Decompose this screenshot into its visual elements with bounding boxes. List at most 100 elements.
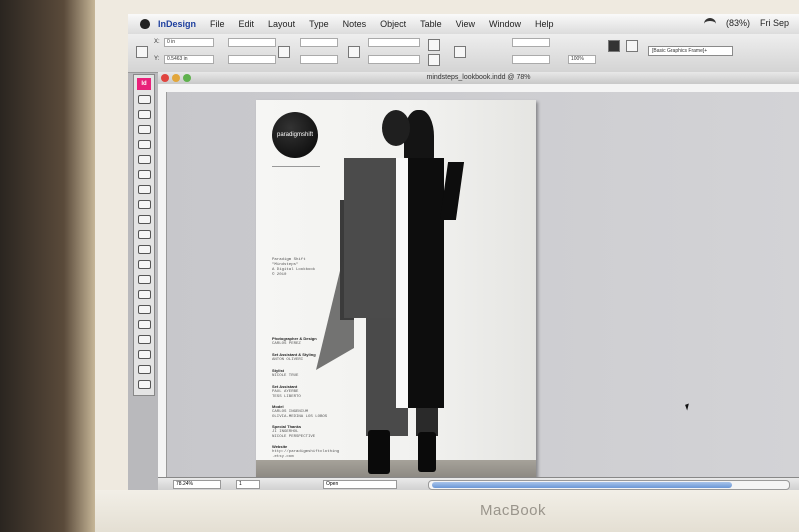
screen: InDesign File Edit Layout Type Notes Obj…: [128, 14, 799, 490]
document-title: mindsteps_lookbook.indd @ 78%: [426, 74, 531, 81]
menu-layout[interactable]: Layout: [268, 19, 295, 29]
menu-edit[interactable]: Edit: [239, 19, 255, 29]
credit-body[interactable]: ANTON OLIVERI: [272, 358, 303, 363]
apple-icon[interactable]: [140, 19, 150, 29]
model-boot: [418, 432, 436, 472]
pencil-tool-icon[interactable]: [137, 155, 151, 164]
zoom-tool-icon[interactable]: [137, 320, 151, 329]
menu-clock[interactable]: Fri Sep: [760, 18, 789, 30]
gradient-tool-icon[interactable]: [137, 260, 151, 269]
stroke-type-field[interactable]: [512, 55, 550, 64]
laptop-chin: [95, 490, 799, 532]
object-style-dropdown[interactable]: [Basic Graphics Frame]+: [648, 46, 733, 56]
opacity-field[interactable]: 100%: [568, 55, 596, 64]
credit-heading[interactable]: Set Assistant: [272, 384, 297, 389]
garment-white-stripe: [396, 158, 408, 408]
wifi-icon[interactable]: [703, 18, 716, 30]
transform-icon[interactable]: [348, 46, 360, 58]
rectangle-tool-icon[interactable]: [137, 200, 151, 209]
paragraph-icon[interactable]: [454, 46, 466, 58]
menu-table[interactable]: Table: [420, 19, 442, 29]
height-field[interactable]: [228, 55, 276, 64]
fill-stroke-icon[interactable]: [137, 335, 151, 344]
menu-help[interactable]: Help: [535, 19, 554, 29]
eyedropper-tool-icon[interactable]: [137, 290, 151, 299]
credit-body[interactable]: NICOLE TRUE: [272, 374, 298, 379]
horizontal-scrollbar[interactable]: [428, 480, 790, 490]
selection-tool-icon[interactable]: [137, 95, 151, 104]
battery-status[interactable]: (83%): [726, 18, 750, 30]
menu-object[interactable]: Object: [380, 19, 406, 29]
button-tool-icon[interactable]: [137, 215, 151, 224]
credit-heading[interactable]: Model: [272, 404, 284, 409]
swap-colors-icon[interactable]: [137, 350, 151, 359]
type-tool-icon[interactable]: [137, 140, 151, 149]
hand-tool-icon[interactable]: [137, 305, 151, 314]
credit-body[interactable]: PAUL AYERBE TESS LIBERTO: [272, 390, 301, 400]
y-label: Y:: [154, 56, 160, 62]
note-tool-icon[interactable]: [137, 275, 151, 284]
document-status[interactable]: Open: [323, 480, 397, 489]
shear-field[interactable]: [368, 55, 420, 64]
document-title-bar[interactable]: mindsteps_lookbook.indd @ 78%: [158, 72, 799, 84]
zoom-level-field[interactable]: 78.24%: [173, 480, 221, 489]
menu-notes[interactable]: Notes: [343, 19, 367, 29]
menu-extras: (83%) Fri Sep: [703, 18, 789, 30]
rotate-field[interactable]: [368, 38, 420, 47]
credit-body[interactable]: CARLOS PEREZ: [272, 342, 301, 347]
credit-heading[interactable]: Stylist: [272, 368, 284, 373]
model-head: [382, 110, 410, 146]
scrollbar-thumb[interactable]: [432, 482, 732, 488]
formatting-affects-icon[interactable]: [137, 365, 151, 374]
stroke-swatch-icon[interactable]: [626, 40, 638, 52]
tools-panel: Id: [133, 74, 155, 396]
intro-text[interactable]: Paradigm Shift "Mindsteps" A Digital Loo…: [272, 258, 315, 278]
pen-tool-icon[interactable]: [137, 125, 151, 134]
logo-divider: [272, 166, 320, 167]
direct-selection-tool-icon[interactable]: [137, 110, 151, 119]
width-field[interactable]: [228, 38, 276, 47]
x-field[interactable]: 0 in: [164, 38, 214, 47]
menu-view[interactable]: View: [456, 19, 475, 29]
minimize-window-icon[interactable]: [172, 74, 180, 82]
reference-point-icon[interactable]: [136, 46, 148, 58]
garment-grey-panel: [344, 158, 396, 318]
credit-heading[interactable]: Special Thanks: [272, 424, 301, 429]
device-brand: MacBook: [480, 502, 547, 519]
page-number-field[interactable]: 1: [236, 480, 260, 489]
menu-type[interactable]: Type: [309, 19, 329, 29]
flip-icon[interactable]: [428, 54, 440, 66]
scale-x-field[interactable]: [300, 38, 338, 47]
credit-heading[interactable]: Photographer & Design: [272, 336, 317, 341]
free-transform-tool-icon[interactable]: [137, 245, 151, 254]
stroke-weight-field[interactable]: [512, 38, 550, 47]
status-bar: 78.24% 1 Open: [158, 477, 799, 490]
menu-window[interactable]: Window: [489, 19, 521, 29]
credit-heading[interactable]: Set Assistant & Styling: [272, 352, 316, 357]
scissors-tool-icon[interactable]: [137, 230, 151, 239]
document-page[interactable]: paradigmshift Paradigm Shift "Mindsteps"…: [256, 100, 536, 488]
y-field[interactable]: 0.5463 in: [164, 55, 214, 64]
fill-swatch-icon[interactable]: [608, 40, 620, 52]
control-panel: X: 0 in Y: 0.5463 in 100% [Basic Graphic…: [128, 34, 799, 73]
zoom-window-icon[interactable]: [183, 74, 191, 82]
rotate-cw-icon[interactable]: [428, 39, 440, 51]
constrain-proportions-icon[interactable]: [278, 46, 290, 58]
credit-body[interactable]: CARLOS INGENIUM OLIVIA-MEDINA LOS LOBOS: [272, 410, 327, 420]
x-label: X:: [154, 39, 160, 45]
menu-app-name[interactable]: InDesign: [158, 19, 196, 29]
credit-body[interactable]: JI INGERHOL NICOLE PERSPECTIVE: [272, 430, 315, 440]
model-boot: [368, 430, 390, 474]
scale-y-field[interactable]: [300, 55, 338, 64]
vertical-ruler[interactable]: [158, 92, 167, 477]
preview-mode-icon[interactable]: [137, 380, 151, 389]
menu-file[interactable]: File: [210, 19, 225, 29]
brand-logo[interactable]: paradigmshift: [272, 112, 318, 158]
credit-heading[interactable]: Website: [272, 444, 287, 449]
rectangle-frame-tool-icon[interactable]: [137, 185, 151, 194]
menu-bar: InDesign File Edit Layout Type Notes Obj…: [128, 14, 799, 34]
close-window-icon[interactable]: [161, 74, 169, 82]
line-tool-icon[interactable]: [137, 170, 151, 179]
indesign-badge: Id: [137, 78, 151, 90]
credit-body[interactable]: http://paradigmshiftclothing .etsy.com: [272, 450, 339, 460]
